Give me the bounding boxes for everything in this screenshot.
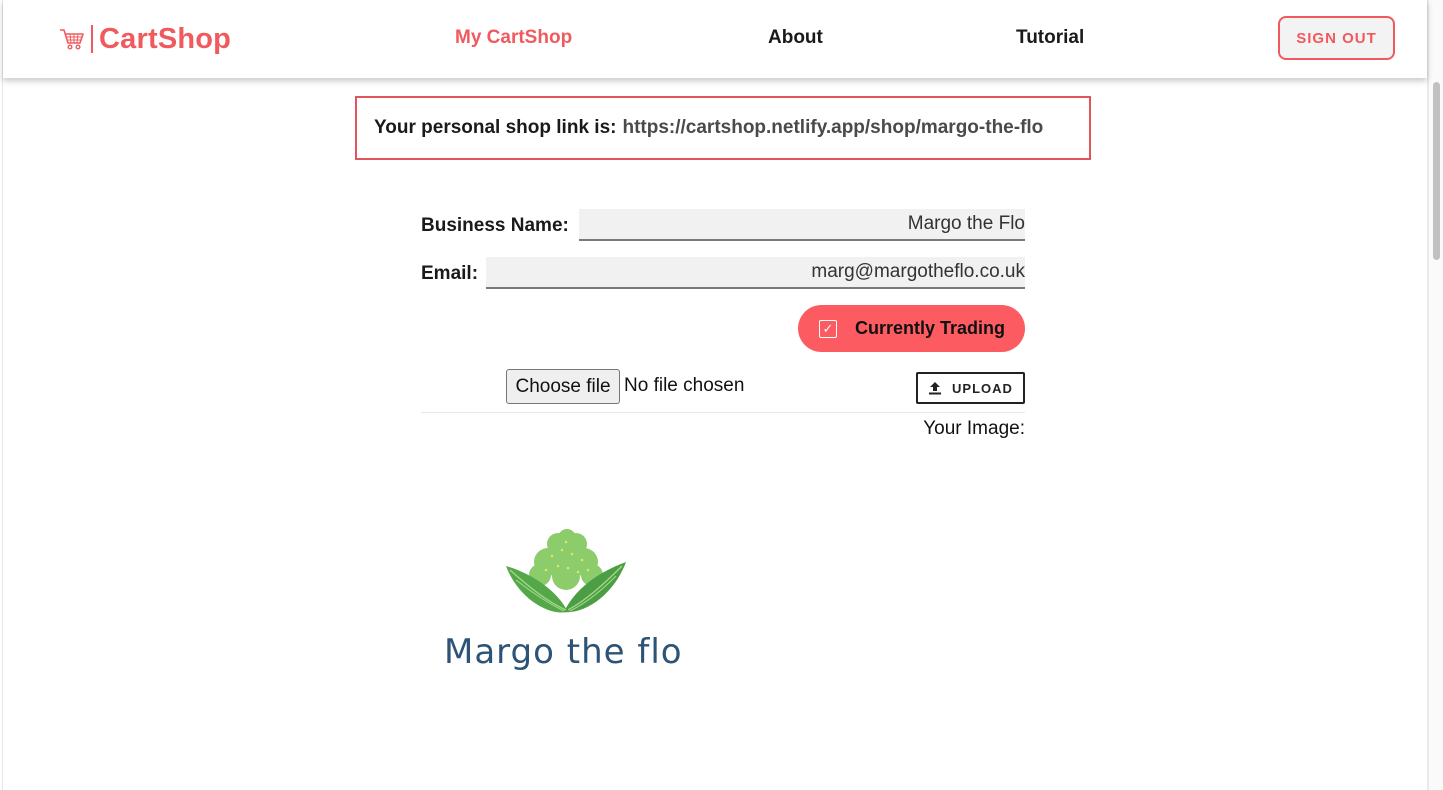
brand-divider xyxy=(91,25,93,53)
nav-my-cartshop[interactable]: My CartShop xyxy=(455,27,572,49)
brand-name: CartShop xyxy=(99,22,232,55)
email-field[interactable] xyxy=(486,257,1025,289)
choose-file-button[interactable]: Choose file xyxy=(506,369,620,404)
currently-trading-label: Currently Trading xyxy=(855,318,1006,338)
nav-about[interactable]: About xyxy=(768,27,823,49)
logo-text: Margo the flo xyxy=(444,632,683,672)
email-label: Email: xyxy=(421,263,479,284)
business-name-label: Business Name: xyxy=(421,215,569,236)
your-image-label: Your Image: xyxy=(923,418,1025,439)
upload-button[interactable]: UPLOAD xyxy=(916,372,1025,404)
shop-link-prefix: Your personal shop link is: xyxy=(374,117,617,138)
broccoli-logo-icon xyxy=(506,529,626,613)
business-name-field[interactable] xyxy=(579,209,1025,241)
shop-link-banner: Your personal shop link is: https://cart… xyxy=(355,96,1091,160)
vertical-scrollbar[interactable] xyxy=(1428,0,1443,790)
sign-out-button[interactable]: SIGN OUT xyxy=(1278,16,1395,60)
nav-tutorial[interactable]: Tutorial xyxy=(1016,27,1084,49)
shop-link-url[interactable]: https://cartshop.netlify.app/shop/margo-… xyxy=(622,117,1043,139)
checkbox-checked-icon: ✓ xyxy=(819,319,837,338)
no-file-chosen-text: No file chosen xyxy=(624,375,745,396)
upload-label: UPLOAD xyxy=(952,380,1013,396)
navbar: CartShop My CartShop About Tutorial SIGN… xyxy=(3,0,1427,78)
business-logo-image: Margo the flo xyxy=(440,520,700,680)
shopping-cart-icon xyxy=(60,29,84,50)
scrollbar-thumb[interactable] xyxy=(1433,82,1440,260)
brand-logo[interactable]: CartShop xyxy=(59,22,231,56)
form-divider xyxy=(421,412,1025,413)
currently-trading-toggle[interactable]: ✓ Currently Trading xyxy=(798,305,1025,352)
upload-icon xyxy=(929,382,942,395)
